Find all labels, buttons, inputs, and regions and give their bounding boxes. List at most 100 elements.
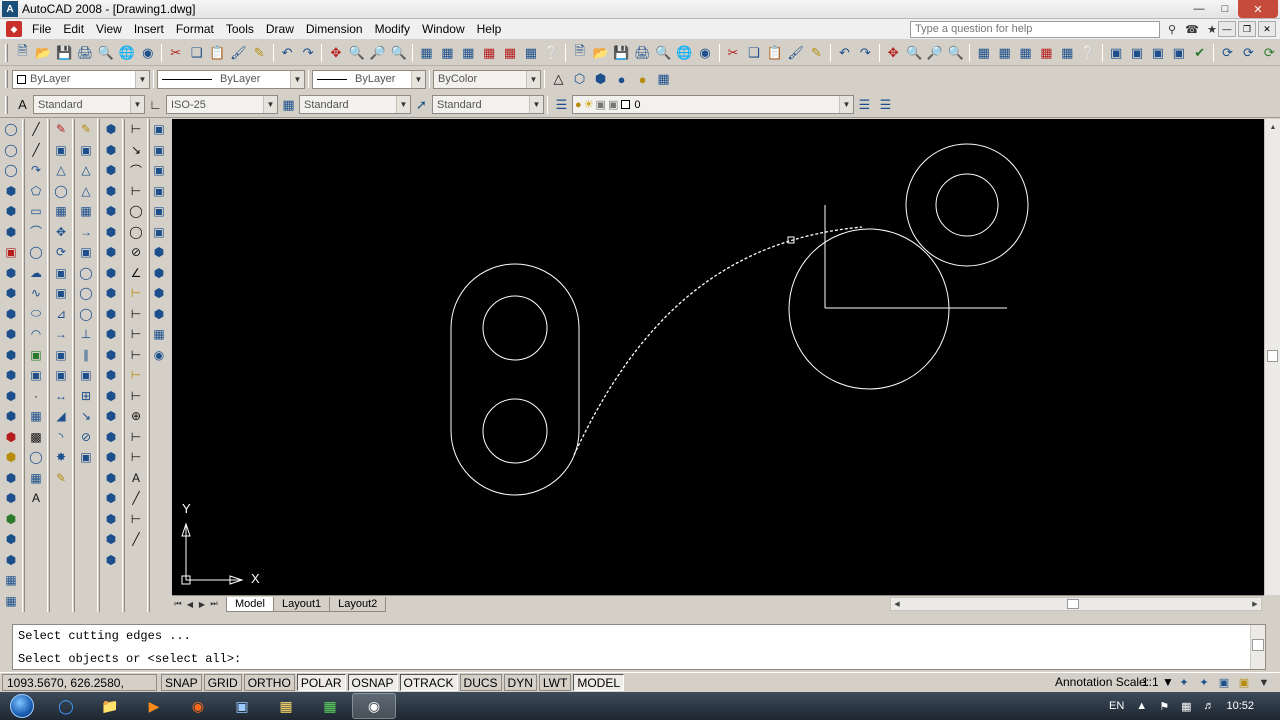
- extrude-icon[interactable]: ⬢: [1, 324, 21, 345]
- dimension-break-icon[interactable]: ⊢: [126, 365, 146, 386]
- dimension-text-edit-icon[interactable]: ╱: [126, 488, 146, 509]
- network-icon[interactable]: ▦: [1181, 700, 1191, 713]
- notes-taskbar-icon[interactable]: ▦: [264, 693, 308, 719]
- 3d-dwf-icon[interactable]: ◉: [137, 42, 158, 63]
- undo-icon[interactable]: ↶: [277, 42, 298, 63]
- text-a-icon[interactable]: △: [548, 69, 569, 90]
- clock[interactable]: 10:52: [1226, 700, 1254, 712]
- mirror-icon[interactable]: △: [51, 160, 71, 181]
- stretch-icon[interactable]: ▣: [51, 283, 71, 304]
- snap-endpoint-icon[interactable]: △: [76, 160, 96, 181]
- break-at-point-icon[interactable]: ▣: [51, 345, 71, 366]
- copy-icon[interactable]: ❏: [186, 42, 207, 63]
- refedit-icon[interactable]: ✔: [1189, 42, 1210, 63]
- otrack-toggle-button[interactable]: OTRACK: [399, 674, 458, 691]
- design-center-icon[interactable]: ▦: [437, 42, 458, 63]
- quickcalc-icon[interactable]: ▦: [520, 42, 541, 63]
- pyramid-icon[interactable]: ⬢: [1, 263, 21, 284]
- view-nw-iso-icon[interactable]: ⬢: [149, 304, 169, 325]
- angular-dimension-icon[interactable]: ∠: [126, 263, 146, 284]
- section-plane-icon[interactable]: ▦: [1, 591, 21, 612]
- layer-thaw-sun-icon[interactable]: ☀: [584, 98, 594, 111]
- view-sw-iso-icon[interactable]: ⬢: [149, 242, 169, 263]
- workspace-new-icon[interactable]: 🗎: [569, 42, 590, 63]
- continue-dimension-icon[interactable]: ⊢: [126, 324, 146, 345]
- multileader-style-dropdown[interactable]: Standard ▼: [432, 95, 544, 114]
- point-icon[interactable]: ·: [26, 386, 46, 407]
- menu-insert[interactable]: Insert: [128, 19, 170, 40]
- snap-midpoint-icon[interactable]: △: [76, 181, 96, 202]
- linetype-control-dropdown[interactable]: ByLayer ▼: [157, 69, 305, 89]
- hatch-icon[interactable]: ▦: [26, 406, 46, 427]
- layer-properties-icon[interactable]: ☰: [551, 94, 572, 115]
- properties-icon-2[interactable]: ▦: [973, 42, 994, 63]
- menu-file[interactable]: File: [26, 19, 57, 40]
- named-views-icon[interactable]: ◉: [149, 345, 169, 366]
- text-style-icon[interactable]: A: [12, 94, 33, 115]
- continuous-orbit-icon[interactable]: ⟳: [1259, 42, 1280, 63]
- sweep-icon[interactable]: ⬢: [1, 365, 21, 386]
- ortho-toggle-button[interactable]: ORTHO: [243, 674, 295, 691]
- tab-model[interactable]: Model: [226, 596, 274, 612]
- zoom-window-icon[interactable]: 🔎: [367, 42, 388, 63]
- tolerance-icon[interactable]: ⊢: [126, 386, 146, 407]
- workspace-3ddwf-icon[interactable]: ◉: [695, 42, 716, 63]
- explode-icon[interactable]: ✸: [51, 447, 71, 468]
- model-space-toggle-button[interactable]: MODEL: [573, 674, 625, 691]
- osnap-toggle-button[interactable]: OSNAP: [347, 674, 398, 691]
- toolbar-grip[interactable]: [5, 95, 8, 114]
- redo-icon-2[interactable]: ↷: [855, 42, 876, 63]
- quick-dimension-icon[interactable]: ⊢: [126, 283, 146, 304]
- solid-history-icon[interactable]: ⬢: [101, 550, 121, 571]
- toolbar-grip[interactable]: [5, 43, 8, 62]
- snap-extension-icon[interactable]: ▣: [76, 242, 96, 263]
- command-prompt-line[interactable]: Select objects or <select all>:: [18, 652, 241, 666]
- doc-restore-button[interactable]: ❐: [1238, 21, 1256, 37]
- dimension-space-icon[interactable]: ⊢: [126, 345, 146, 366]
- zoom-window-icon-2[interactable]: 🔎: [925, 42, 946, 63]
- rotate-faces-icon[interactable]: ⬢: [101, 201, 121, 222]
- multileader-style-icon[interactable]: ➚: [411, 94, 432, 115]
- snap-node-icon[interactable]: ⊞: [76, 386, 96, 407]
- volume-icon[interactable]: ♬: [1203, 700, 1214, 712]
- maximize-button[interactable]: □: [1212, 0, 1238, 18]
- search-icon[interactable]: ⚲: [1164, 21, 1180, 37]
- properties-icon[interactable]: ▦: [416, 42, 437, 63]
- dyn-toggle-button[interactable]: DYN: [503, 674, 537, 691]
- copy-icon-2[interactable]: ❏: [743, 42, 764, 63]
- layer-lock-icon[interactable]: ▣: [596, 98, 606, 111]
- aligned-dimension-icon[interactable]: ↘: [126, 140, 146, 161]
- block-editor-icon[interactable]: ✎: [249, 42, 270, 63]
- rectangle-icon[interactable]: ▭: [26, 201, 46, 222]
- vertical-scroll-thumb[interactable]: [1267, 350, 1278, 362]
- bring-above-icon[interactable]: ▣: [1147, 42, 1168, 63]
- join-icon[interactable]: ↔: [51, 386, 71, 407]
- snap-nearest-icon[interactable]: ↘: [76, 406, 96, 427]
- offset-icon[interactable]: ◯: [51, 181, 71, 202]
- thicken-icon[interactable]: ⬢: [101, 468, 121, 489]
- redo-icon[interactable]: ↷: [298, 42, 319, 63]
- scroll-up-arrow-icon[interactable]: ▲: [1267, 121, 1279, 133]
- lock-icon[interactable]: ▣: [1236, 674, 1252, 691]
- flag-icon[interactable]: ⚑: [1159, 700, 1169, 713]
- tab-layout1[interactable]: Layout1: [272, 596, 331, 612]
- color-faces-icon[interactable]: ⬢: [101, 263, 121, 284]
- menu-edit[interactable]: Edit: [57, 19, 90, 40]
- menu-help[interactable]: Help: [471, 19, 508, 40]
- pan-icon-2[interactable]: ✥: [883, 42, 904, 63]
- last-tab-arrow-icon[interactable]: ⏭: [208, 597, 220, 611]
- menu-dimension[interactable]: Dimension: [300, 19, 369, 40]
- planar-surface-icon[interactable]: ⬢: [1, 304, 21, 325]
- erase-icon[interactable]: ✎: [51, 119, 71, 140]
- communication-center-icon[interactable]: ☎: [1184, 21, 1200, 37]
- 3d-rotate-icon[interactable]: ⬢: [1, 509, 21, 530]
- first-tab-arrow-icon[interactable]: ⏮: [172, 597, 184, 611]
- slice-icon[interactable]: ⬢: [101, 427, 121, 448]
- markup-set-manager-icon[interactable]: ▦: [500, 42, 521, 63]
- fillet-icon[interactable]: ◝: [51, 427, 71, 448]
- chamfer-icon[interactable]: ◢: [51, 406, 71, 427]
- ordinate-icon[interactable]: ⊢: [126, 181, 146, 202]
- layer-vp-freeze-icon[interactable]: ▣: [608, 98, 618, 111]
- paste-icon-2[interactable]: 📋: [764, 42, 785, 63]
- convert-to-surface-icon[interactable]: ⬢: [101, 509, 121, 530]
